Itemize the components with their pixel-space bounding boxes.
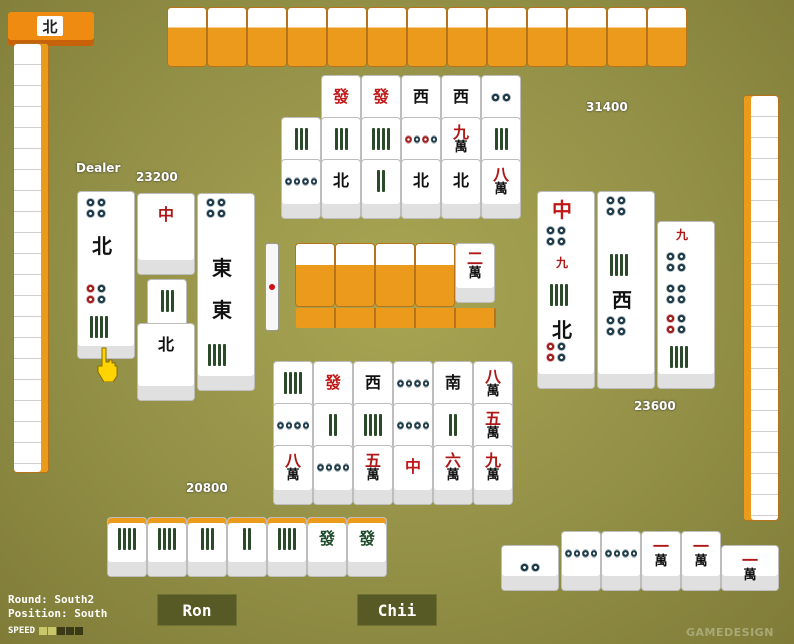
speed-label: SPEED xyxy=(8,626,36,636)
discard-tile: 中 xyxy=(138,194,194,274)
hand-tile[interactable] xyxy=(108,518,146,576)
tile-back xyxy=(376,244,414,306)
speed-control[interactable]: SPEED xyxy=(8,625,84,637)
tile-back-stack xyxy=(14,44,48,472)
speed-level-bar[interactable] xyxy=(39,627,84,635)
speed-level-box[interactable] xyxy=(75,627,84,635)
speed-level-box[interactable] xyxy=(57,627,66,635)
east-hand xyxy=(744,96,778,520)
tile-back xyxy=(408,8,446,66)
meld-tile xyxy=(602,532,640,590)
tile-back xyxy=(168,8,206,66)
speed-level-box[interactable] xyxy=(48,627,57,635)
wall-lower-row xyxy=(296,308,496,328)
tile-back xyxy=(328,8,366,66)
score-north: 31400 xyxy=(586,100,628,114)
discard-tile xyxy=(314,446,352,504)
score-east: 23600 xyxy=(634,399,676,413)
discard-tile: 八萬 xyxy=(482,160,520,218)
pointer-hand-icon xyxy=(96,346,118,383)
hand-tile[interactable] xyxy=(268,518,306,576)
speed-level-box[interactable] xyxy=(66,627,75,635)
meld-tile: 一萬 xyxy=(682,532,720,590)
dora-indicator-tile: 二萬 xyxy=(456,244,494,302)
tile-back xyxy=(488,8,526,66)
discard-tile: 北 xyxy=(78,192,134,358)
tile-back xyxy=(368,8,406,66)
tile-back xyxy=(608,8,646,66)
east-discards: 中 九 北 西 九 xyxy=(536,192,716,392)
seat-wind-indicator: 北 xyxy=(8,12,94,46)
meld-tile xyxy=(502,546,558,590)
dead-wall: 二萬 xyxy=(296,244,498,330)
north-discards: 發 發 西 西 九萬 北 北 北 八萬 xyxy=(280,76,524,226)
tile-back xyxy=(336,244,374,306)
round-text: Round: South2 xyxy=(8,593,95,606)
mahjong-table: 北 發 發 西 西 九萬 北 北 北 八 萬 北 中 北 東 東 二 萬 中 九… xyxy=(0,0,794,644)
discard-tile: 西 xyxy=(598,192,654,388)
tile-back xyxy=(248,8,286,66)
discard-tile: 五萬 xyxy=(354,446,392,504)
meld-tile xyxy=(562,532,600,590)
meld-tile: 一萬 xyxy=(722,546,778,590)
hand-tile[interactable]: 發 xyxy=(308,518,346,576)
tile-back xyxy=(208,8,246,66)
player-hand: 發 發 xyxy=(106,516,386,578)
tile-back xyxy=(648,8,686,66)
speed-level-box[interactable] xyxy=(39,627,48,635)
meld-tile: 一萬 xyxy=(642,532,680,590)
hand-tile[interactable]: 發 xyxy=(348,518,386,576)
dealer-label: Dealer xyxy=(76,161,121,175)
player-melds: 一萬 一萬 一萬 xyxy=(500,532,782,594)
discard-tile: 中 九 北 xyxy=(538,192,594,388)
discard-tile xyxy=(282,160,320,218)
tile-back xyxy=(288,8,326,66)
tile-back xyxy=(568,8,606,66)
riichi-stick xyxy=(266,244,278,330)
discard-tile: 九萬 xyxy=(474,446,512,504)
discard-tile: 東 東 xyxy=(198,194,254,390)
info-panel: Round: South2 Position: South xyxy=(8,593,107,621)
discard-tile: 北 xyxy=(322,160,360,218)
tile-back xyxy=(296,244,334,306)
discard-tile: 中 xyxy=(394,446,432,504)
hand-tile[interactable] xyxy=(228,518,266,576)
discard-tile xyxy=(362,160,400,218)
north-hand xyxy=(168,8,688,70)
discard-tile: 北 xyxy=(138,324,194,400)
chii-button[interactable]: Chii xyxy=(357,594,437,626)
tile-back xyxy=(416,244,454,306)
ron-button[interactable]: Ron xyxy=(157,594,237,626)
west-hand xyxy=(14,44,48,472)
score-south: 20800 xyxy=(186,481,228,495)
discard-tile: 六萬 xyxy=(434,446,472,504)
tile-back xyxy=(448,8,486,66)
score-west: 23200 xyxy=(136,170,178,184)
hand-tile[interactable] xyxy=(188,518,226,576)
south-discards: 發 西 南 八萬 五萬 八萬 五萬 中 六萬 九萬 xyxy=(272,362,516,512)
tile-back-stack xyxy=(744,96,778,520)
position-text: Position: South xyxy=(8,607,108,620)
watermark: GAMEDESIGN xyxy=(686,626,774,639)
discard-tile: 北 xyxy=(402,160,440,218)
dora-indicator-label: 二 xyxy=(466,248,483,268)
hand-tile[interactable] xyxy=(148,518,186,576)
wind-glyph: 北 xyxy=(37,16,63,36)
discard-tile: 九 xyxy=(658,222,714,388)
discard-tile: 北 xyxy=(442,160,480,218)
discard-tile: 八萬 xyxy=(274,446,312,504)
tile-back xyxy=(528,8,566,66)
